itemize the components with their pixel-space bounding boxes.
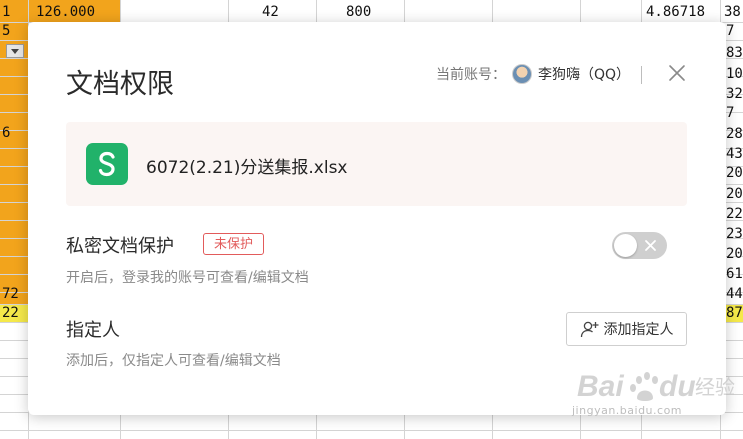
add-user-icon <box>580 321 598 338</box>
cell: 20 <box>726 186 743 202</box>
cell: 5 <box>2 23 11 39</box>
svg-text:du: du <box>659 370 696 403</box>
cell: 6 <box>2 125 11 141</box>
current-account: 当前账号： 李狗嗨（QQ） <box>436 64 630 84</box>
cell: 800 <box>346 4 372 20</box>
cell: 7 <box>726 105 735 121</box>
cell: 32 <box>726 86 743 102</box>
cell: 20 <box>726 246 743 262</box>
header-divider <box>641 66 642 84</box>
account-name: 李狗嗨（QQ） <box>537 67 630 83</box>
file-card: 6072(2.21)分送集报.xlsx <box>66 122 687 206</box>
cell: 83 <box>726 45 743 61</box>
cell: 1 <box>2 4 11 20</box>
cell: 22 <box>2 305 19 321</box>
cell: 20 <box>726 165 743 181</box>
designee-description: 添加后，仅指定人可查看/编辑文档 <box>66 353 281 369</box>
account-label: 当前账号： <box>435 67 506 83</box>
cell: 43 <box>726 146 743 162</box>
cell: 87 <box>726 305 743 321</box>
spreadsheet-file-icon <box>86 143 128 185</box>
document-permissions-dialog: 文档权限 当前账号： 李狗嗨（QQ） 6072(2.21)分送集报.xlsx 私… <box>28 22 726 415</box>
designee-title: 指定人 <box>66 320 120 341</box>
cell: 23 <box>726 226 743 242</box>
cell: 44 <box>726 286 743 302</box>
toggle-knob <box>614 234 637 257</box>
cell: 38 <box>724 4 741 20</box>
privacy-toggle[interactable] <box>612 232 667 259</box>
cell: 7 <box>726 23 735 39</box>
cell: 10 <box>726 66 743 82</box>
file-name: 6072(2.21)分送集报.xlsx <box>146 158 348 178</box>
cell: 22 <box>726 206 743 222</box>
add-designee-label: 添加指定人 <box>603 322 674 338</box>
cell: 126.000 <box>36 4 96 20</box>
dialog-title: 文档权限 <box>66 69 174 100</box>
status-badge: 未保护 <box>203 233 265 255</box>
cell: 4.86718 <box>646 4 706 20</box>
add-designee-button[interactable]: 添加指定人 <box>566 312 687 346</box>
cell: 72 <box>2 286 19 302</box>
watermark-url: jingyan.baidu.com <box>572 404 683 417</box>
privacy-title: 私密文档保护 <box>66 236 174 257</box>
avatar <box>511 64 532 84</box>
close-icon[interactable] <box>668 64 686 82</box>
filter-dropdown-icon[interactable] <box>6 44 24 58</box>
toggle-off-x-icon <box>645 240 656 251</box>
svg-text:Bai: Bai <box>577 370 624 403</box>
cell: 42 <box>262 4 279 20</box>
svg-text:经验: 经验 <box>695 375 735 399</box>
privacy-description: 开启后，登录我的账号可查看/编辑文档 <box>66 270 309 286</box>
cell: 28 <box>726 126 743 142</box>
cell: 61 <box>726 266 743 282</box>
